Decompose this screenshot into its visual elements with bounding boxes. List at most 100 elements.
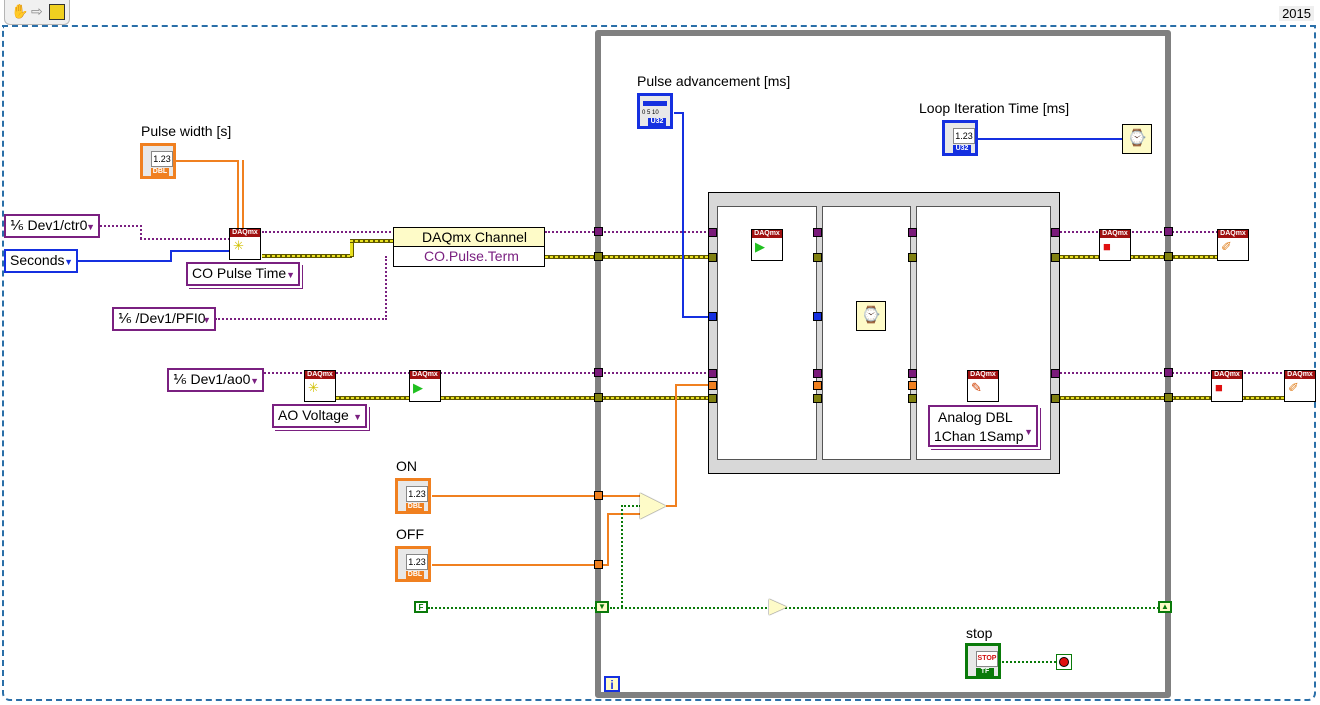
daqmx-header: DAQmx (968, 371, 998, 379)
tunnel-task-co-out (1164, 227, 1173, 236)
channel-type-co-ring[interactable]: CO Pulse Time ▼ (186, 262, 300, 286)
daqmx-start-task-ao[interactable]: DAQmx ▶ (409, 370, 441, 402)
tunnel-err-co-in (594, 252, 603, 261)
create-channel-icon: ✳ (233, 238, 244, 253)
stop-square-icon: ■ (1103, 239, 1111, 254)
wait-ms-icon: ⌚ (1122, 124, 1152, 154)
units-constant[interactable]: Seconds ▼ (4, 249, 78, 273)
write-mode-ring[interactable]: Analog DBL 1Chan 1Samp ▼ (928, 405, 1038, 447)
ao-channel-constant[interactable]: ⅙ Dev1/ao0 ▼ (167, 368, 264, 392)
daqmx-stop-task-ao[interactable]: DAQmx ■ (1211, 370, 1243, 402)
daqmx-stop-task-co[interactable]: DAQmx ■ (1099, 229, 1131, 261)
daqmx-header: DAQmx (752, 230, 782, 238)
counter-channel-constant[interactable]: ⅙ Dev1/ctr0 ▼ (4, 214, 100, 238)
tunnel-err-ao-out (1164, 393, 1173, 402)
daqmx-header: DAQmx (1218, 230, 1248, 238)
wait-ms-icon: ⌚ (856, 301, 886, 331)
slider-scale: 0 5 10 (642, 110, 659, 116)
daqmx-header: DAQmx (1285, 371, 1315, 379)
wire-seconds-2 (170, 250, 230, 252)
tunnel-task-ao-in (594, 368, 603, 377)
dropdown-arrow-icon[interactable]: ▼ (353, 412, 362, 422)
on-control[interactable]: 1.23 DBL (395, 478, 431, 514)
stop-label: stop (966, 625, 993, 641)
wire-false (428, 607, 596, 609)
wire-off (432, 564, 608, 566)
ring-value: CO Pulse Time (192, 265, 287, 281)
pulse-terminal-constant[interactable]: ⅙ /Dev1/PFI0 ▼ (112, 307, 216, 331)
wire-task-co (262, 231, 395, 233)
sequence-frame-2 (822, 206, 911, 460)
type-tag: U32 (953, 145, 971, 153)
seq-tunnel (708, 312, 717, 321)
pulse-advancement-label: Pulse advancement [ms] (637, 73, 791, 89)
type-tag: U32 (648, 118, 666, 126)
tunnel-off-in (594, 560, 603, 569)
dropdown-arrow-icon[interactable]: ▼ (286, 270, 295, 280)
shift-register-left[interactable]: ▼ (595, 601, 609, 613)
ring-value: AO Voltage (278, 407, 349, 423)
dropdown-arrow-icon[interactable]: ▼ (64, 257, 73, 267)
ring-line-2: 1Chan 1Samp (934, 428, 1024, 444)
off-control[interactable]: 1.23 DBL (395, 546, 431, 582)
arrow-right-icon[interactable]: ⇨ (31, 3, 43, 20)
loop-iteration-time-label: Loop Iteration Time [ms] (919, 100, 1070, 116)
wire-pfi0 (215, 318, 387, 320)
tunnel-task-ao-out (1164, 368, 1173, 377)
dropdown-arrow-icon[interactable]: ▼ (86, 222, 95, 232)
dropdown-arrow-icon[interactable]: ▼ (202, 315, 211, 325)
io-icon: ⅙ (118, 310, 132, 326)
seq-tunnel (708, 228, 717, 237)
daqmx-start-task-co[interactable]: DAQmx ▶ (751, 229, 783, 261)
daqmx-channel-property-node[interactable]: DAQmx Channel CO.Pulse.Term (393, 227, 545, 267)
toolbar-tab: ✋ ⇨ (4, 0, 70, 25)
seq-tunnel (813, 312, 822, 321)
daqmx-write-ao[interactable]: DAQmx ✎ (967, 370, 999, 402)
dropdown-arrow-icon[interactable]: ▼ (1024, 423, 1033, 442)
property-co-pulse-term[interactable]: CO.Pulse.Term (394, 247, 544, 265)
daqmx-clear-task-ao[interactable]: DAQmx ✐ (1284, 370, 1316, 402)
type-tag: DBL (406, 571, 424, 579)
seq-tunnel (708, 394, 717, 403)
units-value: Seconds (10, 252, 65, 268)
seq-tunnel (708, 253, 717, 262)
daqmx-header: DAQmx (1212, 371, 1242, 379)
daqmx-header: DAQmx (305, 371, 335, 379)
eraser-icon: ✐ (1221, 239, 1232, 254)
stop-button-face: STOP (976, 651, 998, 667)
dropdown-arrow-icon[interactable]: ▼ (250, 376, 259, 386)
wire-seconds (78, 260, 172, 262)
write-pencil-icon: ✎ (971, 380, 982, 395)
numeric-display: 1.23 (406, 554, 428, 570)
create-channel-icon: ✳ (308, 380, 319, 395)
hand-icon[interactable]: ✋ (11, 3, 28, 20)
wire-pulse-width-v2 (242, 160, 244, 230)
false-constant[interactable]: F (414, 601, 428, 613)
wire-pfi0-v (385, 256, 387, 320)
shift-register-right[interactable]: ▲ (1158, 601, 1172, 613)
type-tag: TF (976, 668, 994, 676)
daqmx-create-channel-co[interactable]: DAQmx ✳ (229, 228, 261, 260)
vi-icon[interactable] (49, 4, 65, 20)
channel-type-ao-ring[interactable]: AO Voltage ▼ (272, 404, 367, 428)
pulse-width-control[interactable]: 1.23 DBL (140, 143, 176, 179)
wire-pulse-width-v (237, 160, 239, 230)
daqmx-clear-task-co[interactable]: DAQmx ✐ (1217, 229, 1249, 261)
loop-iteration-time-control[interactable]: 1.23 U32 (942, 120, 978, 156)
seq-tunnel (1051, 394, 1060, 403)
pulse-advancement-slider[interactable]: 0 5 10 U32 (637, 93, 673, 129)
tunnel-on-in (594, 491, 603, 500)
stop-square-icon: ■ (1215, 380, 1223, 395)
version-label: 2015 (1279, 6, 1314, 21)
seq-tunnel (813, 394, 822, 403)
seq-tunnel (813, 381, 822, 390)
seq-tunnel (1051, 369, 1060, 378)
stop-button-control[interactable]: STOP TF (965, 643, 1001, 679)
tunnel-task-co-in (594, 227, 603, 236)
ring-line-1: Analog DBL (938, 409, 1013, 425)
daqmx-create-channel-ao[interactable]: DAQmx ✳ (304, 370, 336, 402)
seq-tunnel (708, 369, 717, 378)
select-function-icon (640, 493, 666, 519)
iteration-terminal: i (604, 676, 620, 692)
seq-tunnel (1051, 253, 1060, 262)
